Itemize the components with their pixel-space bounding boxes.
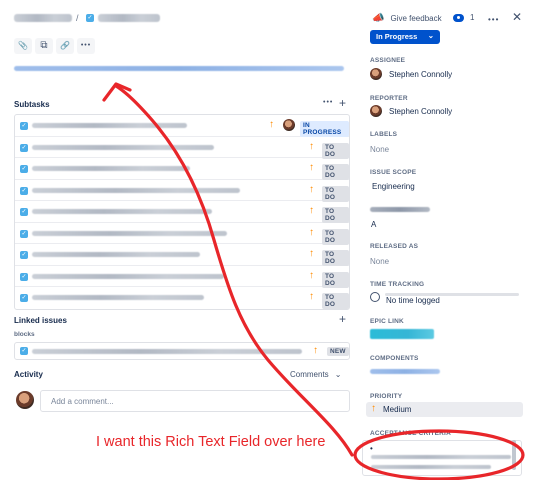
annotation-arrow: [114, 84, 354, 457]
annotation-text: I want this Rich Text Field over here: [96, 434, 326, 450]
annotation-circle: [353, 429, 525, 480]
annotation-overlay: [102, 82, 525, 480]
